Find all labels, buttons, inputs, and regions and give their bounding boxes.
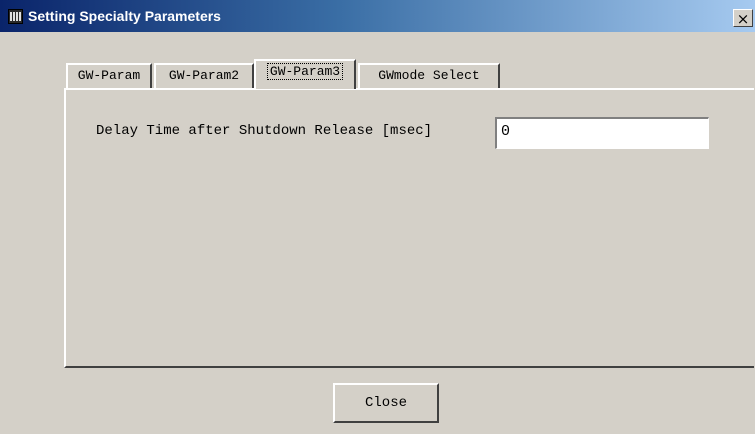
dialog-window: Setting Specialty Parameters × GW-Param …: [0, 0, 755, 434]
tab-label: GW-Param: [77, 68, 141, 83]
tab-gwmode-select[interactable]: GWmode Select: [358, 63, 500, 88]
tab-label: GW-Param2: [168, 68, 240, 83]
tab-label: GWmode Select: [378, 68, 480, 83]
close-icon[interactable]: ×: [733, 9, 753, 28]
tab-gw-param[interactable]: GW-Param: [66, 63, 152, 88]
window-title: Setting Specialty Parameters: [28, 8, 221, 24]
delay-time-label: Delay Time after Shutdown Release [msec]: [96, 123, 433, 139]
close-button[interactable]: Close: [333, 383, 439, 423]
delay-time-input[interactable]: 0: [495, 117, 709, 149]
tab-gw-param3[interactable]: GW-Param3: [254, 59, 356, 89]
app-icon: [8, 9, 23, 24]
tab-label: GW-Param3: [266, 63, 344, 80]
tab-gw-param2[interactable]: GW-Param2: [154, 63, 254, 88]
title-bar[interactable]: Setting Specialty Parameters ×: [0, 0, 755, 32]
